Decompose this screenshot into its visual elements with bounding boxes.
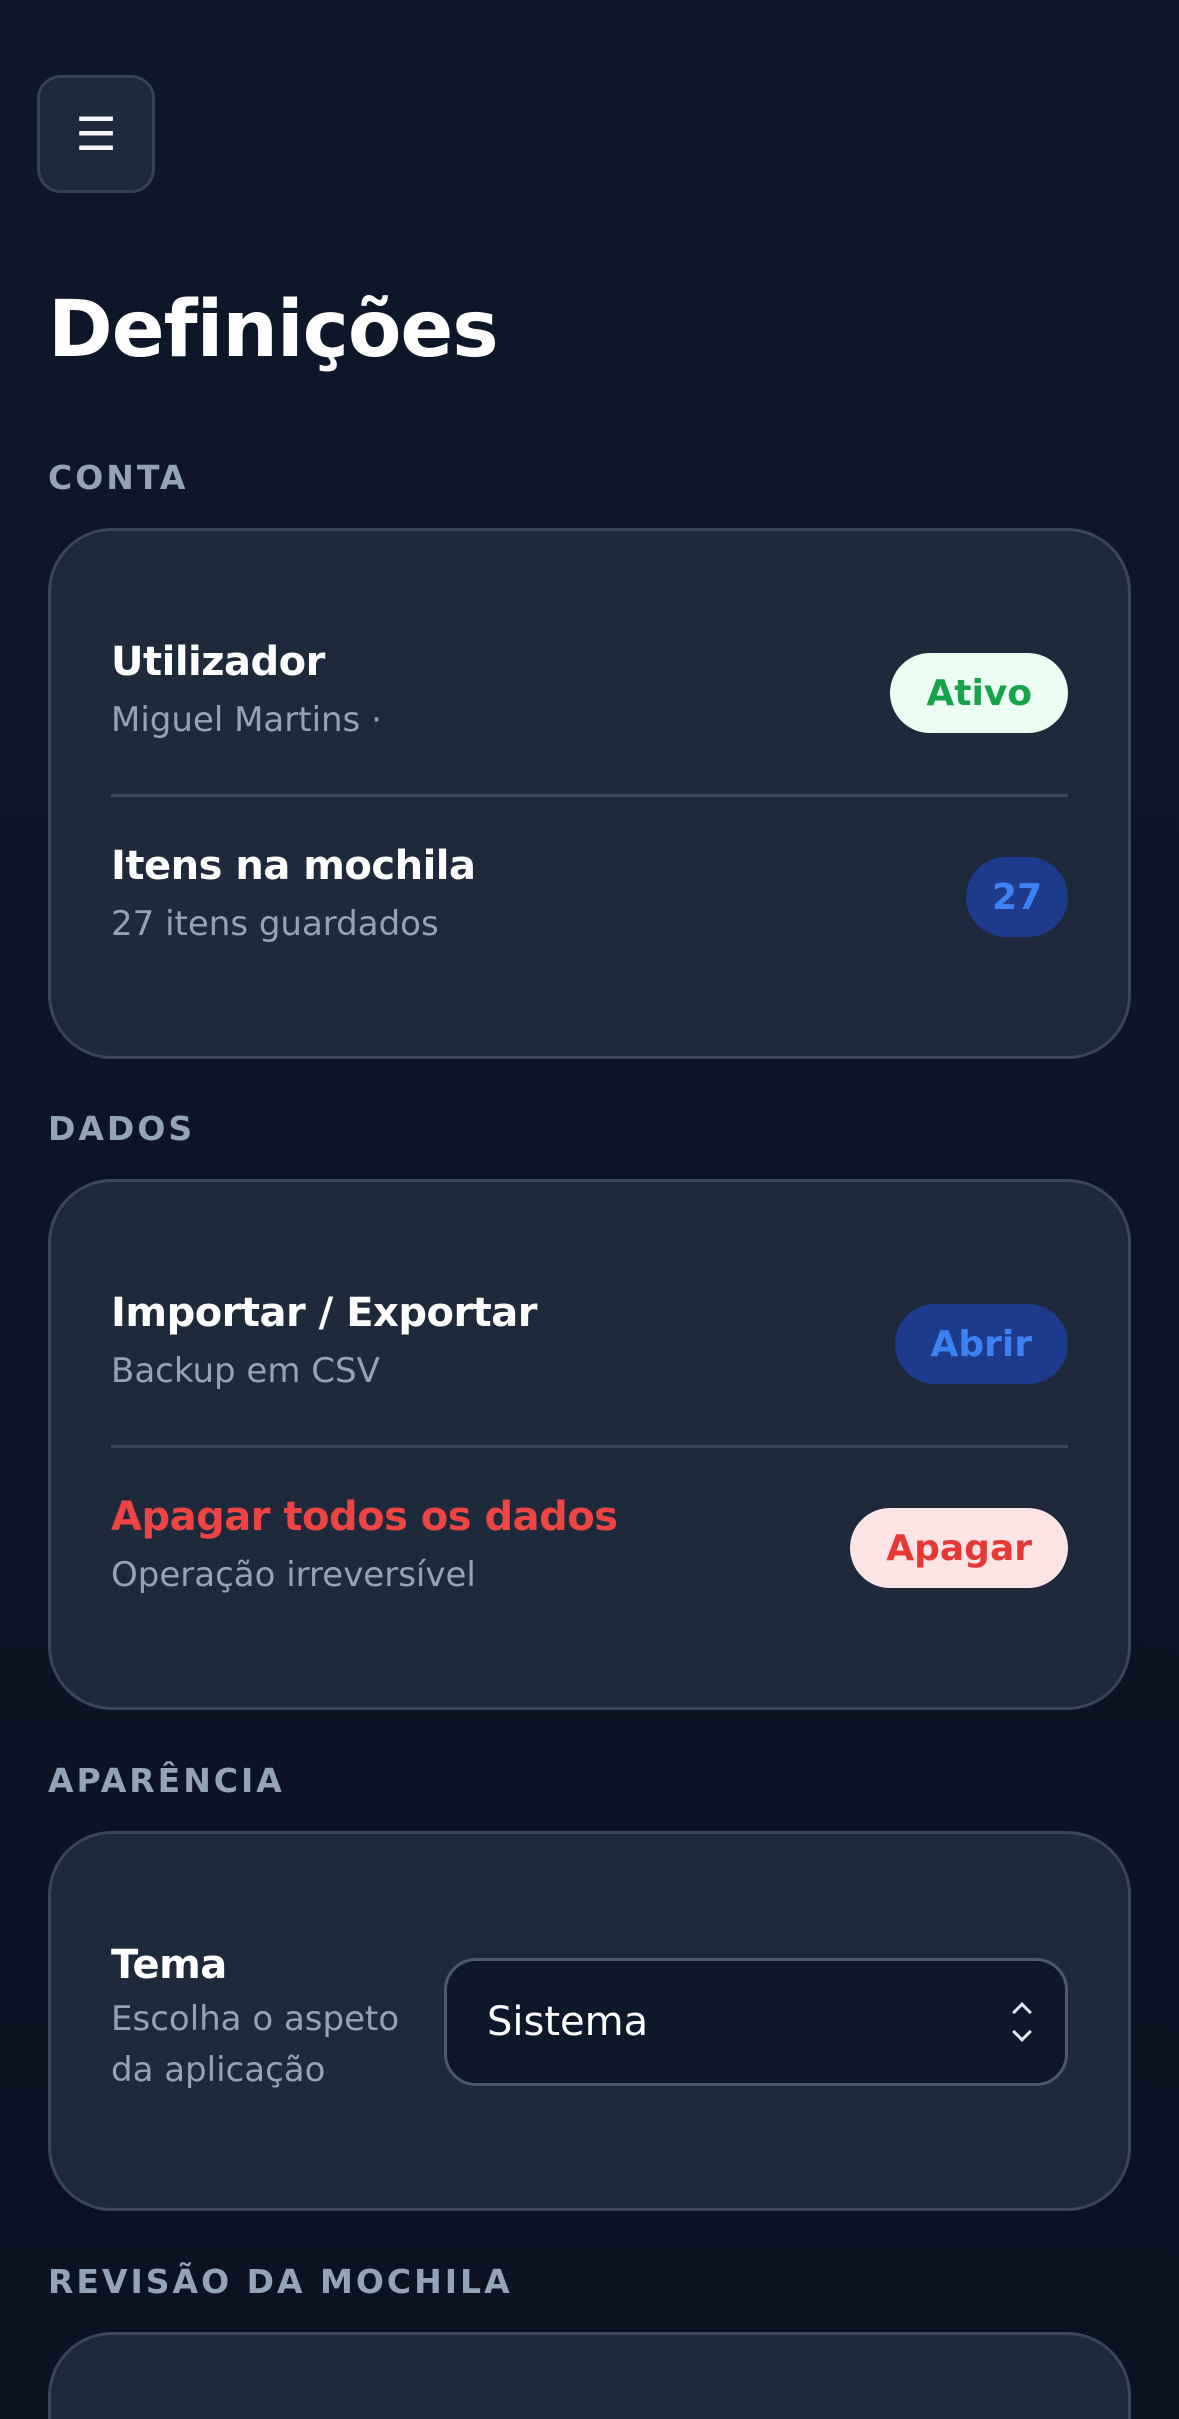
user-row[interactable]: Utilizador Miguel Martins · Ativo (111, 639, 1068, 747)
theme-select-value: Sistema (487, 1999, 649, 2045)
backpack-items-row[interactable]: Itens na mochila 27 itens guardados 27 (111, 843, 1068, 951)
appearance-card: Tema Escolha o aspeto da aplicação Siste… (48, 1831, 1131, 2211)
theme-row: Tema Escolha o aspeto da aplicação (111, 1942, 399, 2096)
open-button[interactable]: Abrir (894, 1304, 1068, 1385)
divider (111, 794, 1068, 797)
import-export-title: Importar / Exportar (111, 1290, 538, 1336)
theme-subtitle-line2: da aplicação (111, 2050, 326, 2090)
import-export-row: Importar / Exportar Backup em CSV Abrir (111, 1290, 1068, 1398)
section-label-account: CONTA (48, 458, 189, 497)
import-export-subtitle: Backup em CSV (111, 1351, 380, 1391)
theme-title: Tema (111, 1942, 227, 1988)
backpack-items-subtitle: 27 itens guardados (111, 904, 439, 944)
section-label-appearance: APARÊNCIA (48, 1761, 285, 1800)
review-card (48, 2332, 1131, 2419)
account-card: Utilizador Miguel Martins · Ativo Itens … (48, 528, 1131, 1059)
delete-all-title: Apagar todos os dados (111, 1494, 618, 1540)
delete-all-row: Apagar todos os dados Operação irreversí… (111, 1494, 1068, 1602)
user-name: Miguel Martins · (111, 700, 382, 740)
section-label-data: DADOS (48, 1109, 196, 1148)
divider (111, 1445, 1068, 1448)
menu-button[interactable]: ☰ (37, 75, 155, 193)
user-title: Utilizador (111, 639, 325, 685)
status-badge: Ativo (890, 653, 1068, 734)
chevron-up-down-icon (1012, 2002, 1032, 2042)
backpack-items-title: Itens na mochila (111, 843, 476, 889)
settings-page: ☰ Definições CONTA Utilizador Miguel Mar… (0, 0, 1179, 2419)
theme-subtitle-line1: Escolha o aspeto (111, 1999, 400, 2039)
data-card: Importar / Exportar Backup em CSV Abrir … (48, 1179, 1131, 1710)
hamburger-menu-icon: ☰ (75, 107, 117, 161)
delete-button[interactable]: Apagar (850, 1508, 1068, 1589)
section-label-review: REVISÃO DA MOCHILA (48, 2262, 513, 2301)
delete-all-subtitle: Operação irreversível (111, 1555, 476, 1595)
page-title: Definições (48, 285, 499, 375)
item-count-badge: 27 (966, 857, 1068, 938)
theme-select[interactable]: Sistema (444, 1958, 1068, 2086)
